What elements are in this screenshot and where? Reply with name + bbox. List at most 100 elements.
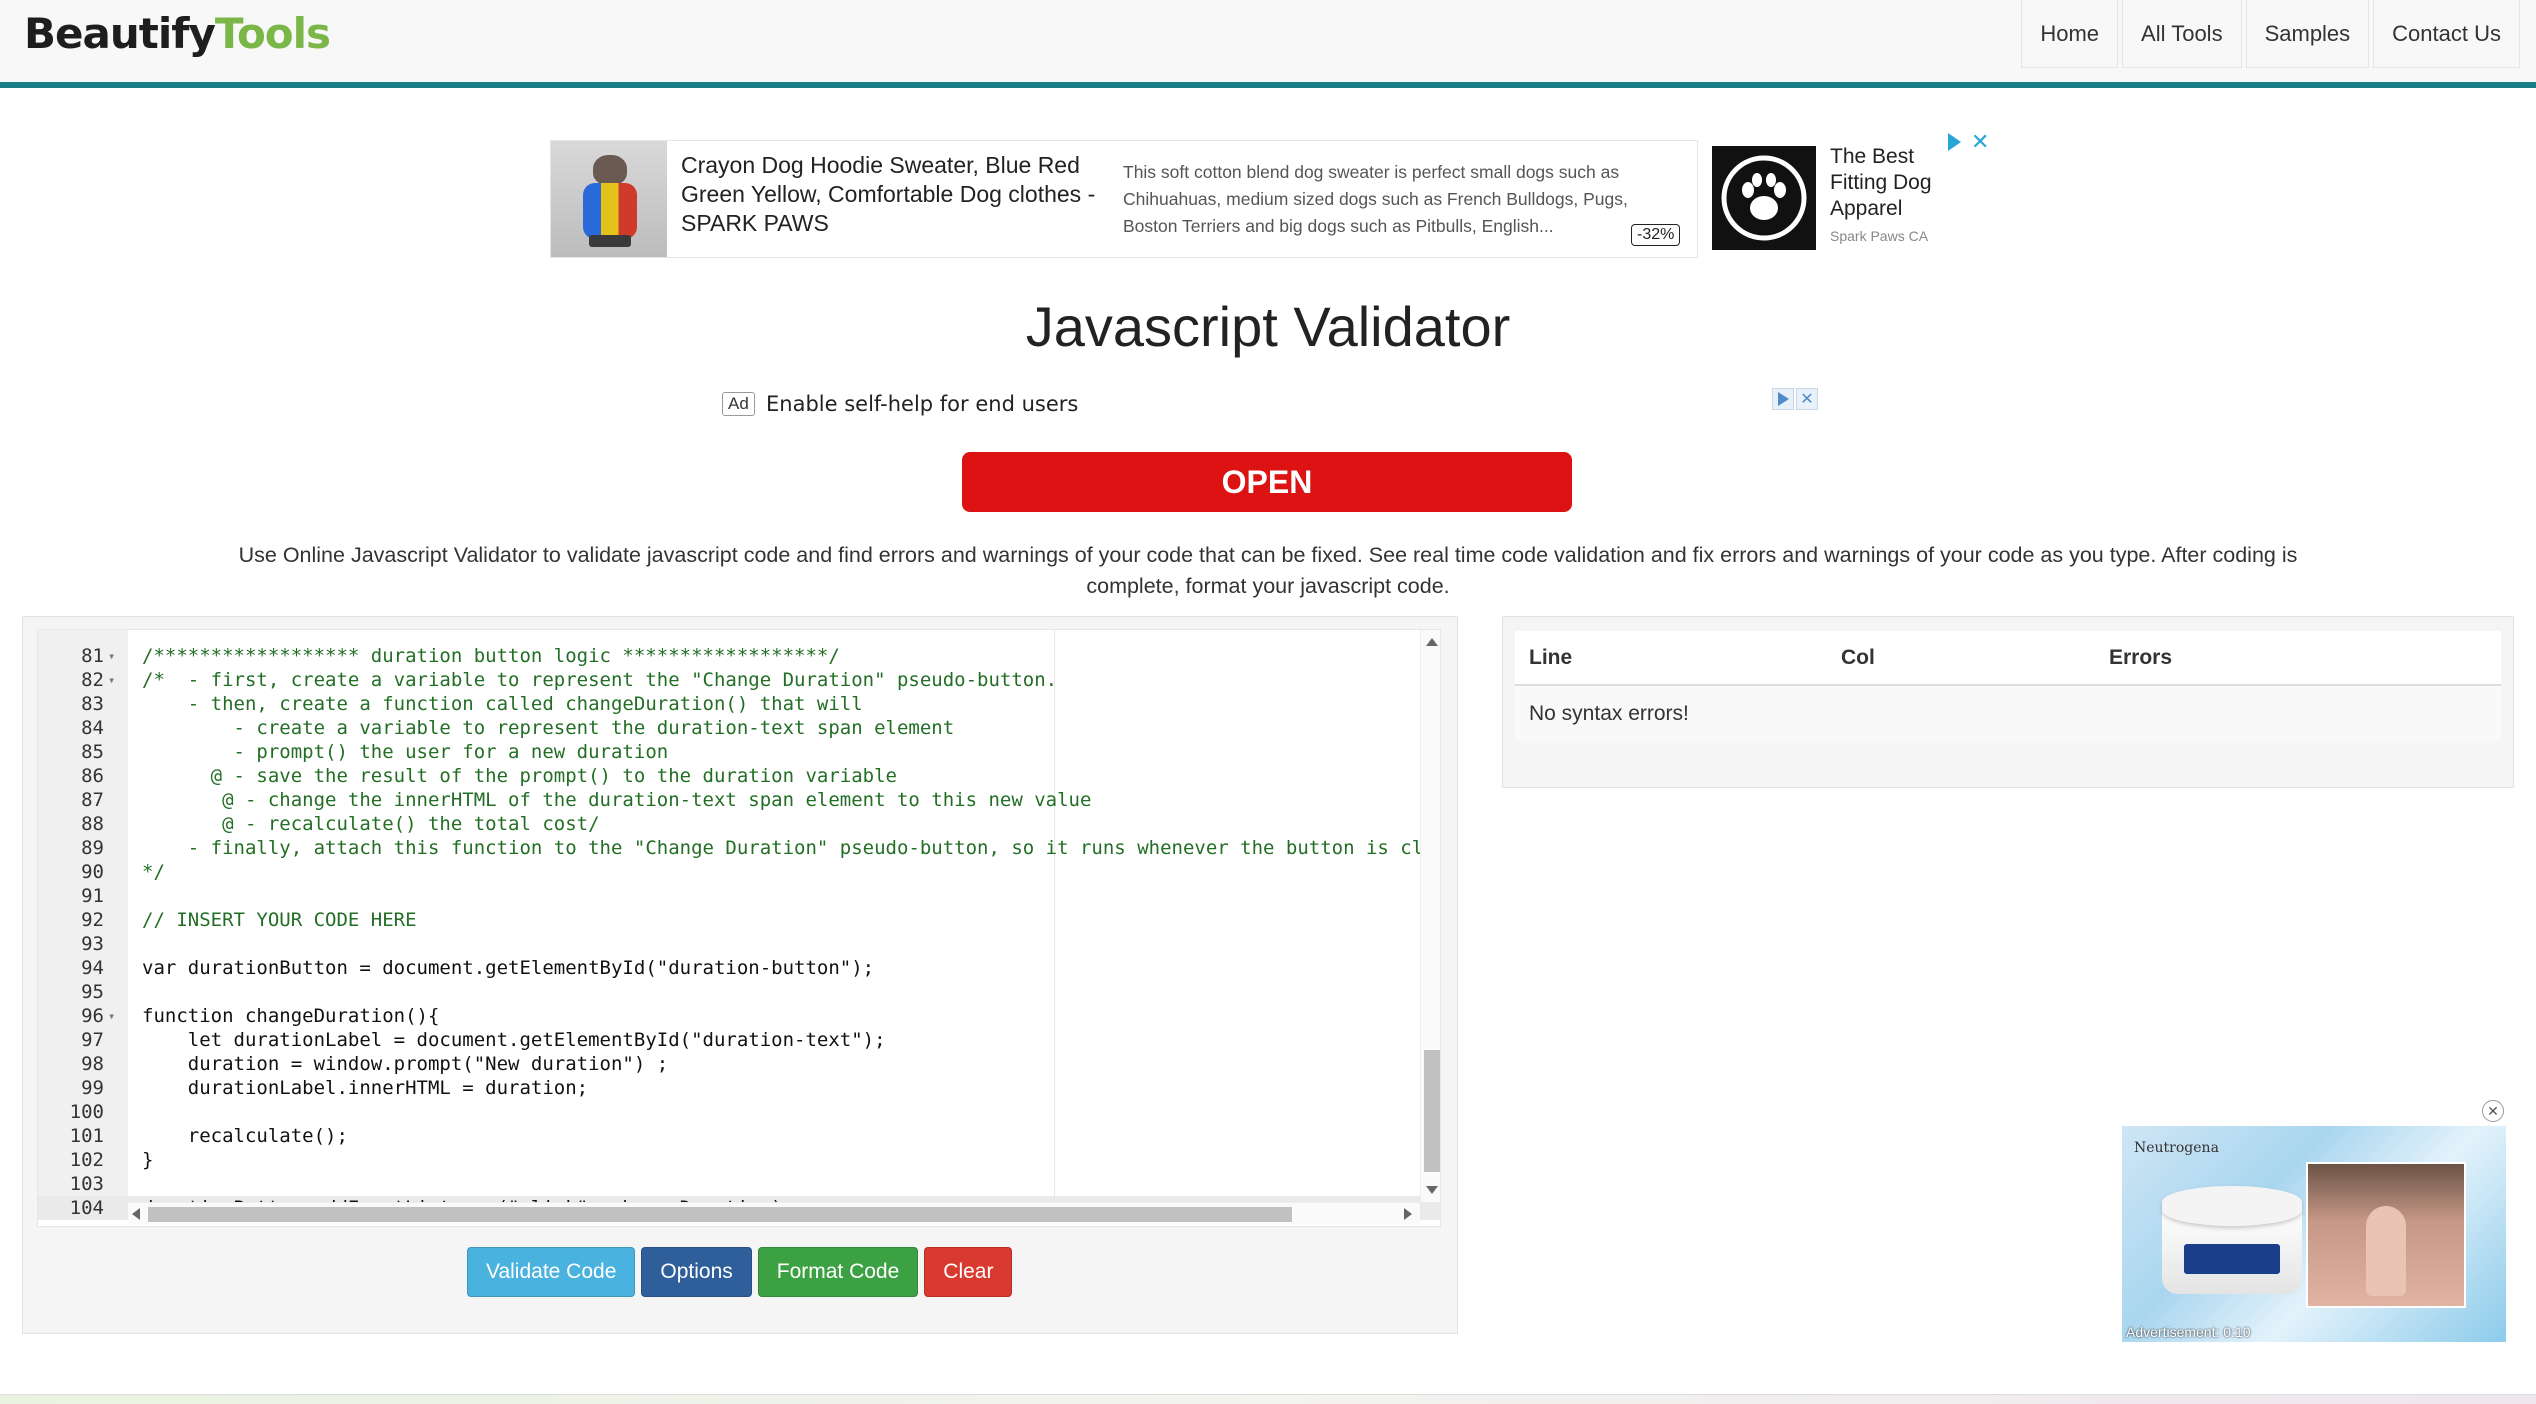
ad-choices-mid[interactable]: ✕ [1772,388,1818,410]
editor-panel: 81 ▾/****************** duration button l… [22,616,1458,1334]
line-number: 87 [81,789,104,811]
scroll-right-icon[interactable] [1404,1208,1412,1220]
code-lines[interactable]: 81 ▾/****************** duration button l… [38,644,1440,1220]
nav-samples[interactable]: Samples [2245,0,2370,68]
scroll-thumb[interactable] [1424,1050,1440,1172]
code-editor[interactable]: 81 ▾/****************** duration button l… [37,629,1441,1227]
code-text: - finally, attach this function to the "… [142,837,1424,859]
code-line[interactable]: 88 @ - recalculate() the total cost/ [38,812,1440,836]
errors-table: Line Col Errors No syntax errors! [1515,631,2501,741]
line-number: 89 [81,837,104,859]
code-text: } [142,1149,154,1171]
code-text: recalculate(); [142,1125,348,1147]
code-line[interactable]: 86 @ - save the result of the prompt() t… [38,764,1440,788]
fold-arrow-icon[interactable]: ▾ [108,668,115,692]
product-jar-image [2162,1186,2302,1296]
table-row: No syntax errors! [1515,685,2501,741]
code-text: duration = window.prompt("New duration")… [142,1053,669,1075]
line-number: 82 [81,669,104,691]
line-number: 96 [81,1005,104,1027]
model-image [2306,1162,2466,1308]
banner-ad[interactable]: Crayon Dog Hoodie Sweater, Blue Red Gree… [550,140,1698,258]
results-panel: Line Col Errors No syntax errors! [1502,616,2514,788]
adchoices-icon[interactable] [1772,388,1794,410]
fold-arrow-icon[interactable]: ▾ [108,1004,115,1028]
ad-choices[interactable]: ✕ [1948,131,1989,153]
code-line[interactable]: 85 - prompt() the user for a new duratio… [38,740,1440,764]
ad-product-image[interactable] [551,141,667,257]
code-line[interactable]: 101 recalculate(); [38,1124,1440,1148]
ad-headline[interactable]: Crayon Dog Hoodie Sweater, Blue Red Gree… [681,151,1101,238]
code-line[interactable]: 102} [38,1148,1440,1172]
clear-button[interactable]: Clear [924,1247,1013,1297]
main-nav: Home All Tools Samples Contact Us [2021,0,2520,68]
col-header-errors: Errors [2095,631,2501,686]
ad-text[interactable]: Enable self-help for end users [766,392,1078,416]
code-line[interactable]: 93 [38,932,1440,956]
video-ad[interactable]: Neutrogena Advertisement: 0:10 [2122,1126,2506,1342]
page-title: Javascript Validator [1025,295,1511,358]
code-line[interactable]: 99 durationLabel.innerHTML = duration; [38,1076,1440,1100]
code-line[interactable]: 83 - then, create a function called chan… [38,692,1440,716]
scroll-thumb[interactable] [148,1207,1292,1222]
code-line[interactable]: 90 */ [38,860,1440,884]
text-ad[interactable]: Ad Enable self-help for end users ✕ OPEN [718,384,1818,524]
nav-contact-us[interactable]: Contact Us [2373,0,2520,68]
code-text: /* - first, create a variable to represe… [142,669,1058,691]
code-text: function changeDuration(){ [142,1005,440,1027]
line-number: 92 [81,909,104,931]
close-icon[interactable]: ✕ [1971,131,1989,153]
navbar: BeautifyTools Home All Tools Samples Con… [0,0,2536,88]
line-number: 86 [81,765,104,787]
code-line[interactable]: 84 - create a variable to represent the … [38,716,1440,740]
nav-home[interactable]: Home [2021,0,2119,68]
scroll-left-icon[interactable] [132,1208,140,1220]
code-text: */ [142,861,165,883]
horizontal-scrollbar[interactable] [128,1202,1420,1224]
logo-part-1: Beautify [24,9,216,58]
line-number: 84 [81,717,104,739]
fold-arrow-icon[interactable]: ▾ [108,644,115,668]
line-number: 101 [69,1125,104,1147]
line-number: 90 [81,861,104,883]
code-line[interactable]: 92 // INSERT YOUR CODE HERE [38,908,1440,932]
code-line[interactable]: 82 ▾ /* - first, create a variable to repr… [38,668,1440,692]
ad-open-button[interactable]: OPEN [962,452,1572,512]
scroll-down-icon[interactable] [1426,1186,1438,1194]
line-number: 98 [81,1053,104,1075]
close-icon[interactable]: ✕ [1796,388,1818,410]
format-code-button[interactable]: Format Code [757,1247,919,1297]
paw-logo-icon[interactable] [1712,146,1816,250]
close-icon[interactable]: ✕ [2482,1100,2504,1122]
code-text: - then, create a function called changeD… [142,693,863,715]
code-line[interactable]: 98 duration = window.prompt("New duratio… [38,1052,1440,1076]
code-text: - prompt() the user for a new duration [142,741,669,763]
scroll-up-icon[interactable] [1426,638,1438,646]
code-text: - create a variable to represent the dur… [142,717,955,739]
ad-side-title[interactable]: The Best Fitting Dog Apparel [1830,144,1970,222]
col-header-col: Col [1827,631,2095,686]
line-number: 95 [81,981,104,1003]
adchoices-icon[interactable] [1948,133,1961,151]
options-button[interactable]: Options [641,1247,752,1297]
nav-all-tools[interactable]: All Tools [2122,0,2242,68]
code-line[interactable]: 97 let durationLabel = document.getEleme… [38,1028,1440,1052]
code-line[interactable]: 96 ▾ function changeDuration(){ [38,1004,1440,1028]
code-text: durationLabel.innerHTML = duration; [142,1077,589,1099]
vertical-scrollbar[interactable] [1420,630,1440,1202]
validate-code-button[interactable]: Validate Code [467,1247,636,1297]
bottom-strip [0,1394,2536,1404]
code-line[interactable]: 87 @ - change the innerHTML of the durat… [38,788,1440,812]
code-line[interactable]: 95 [38,980,1440,1004]
site-logo[interactable]: BeautifyTools [24,8,331,60]
code-line[interactable]: 91 [38,884,1440,908]
code-line[interactable]: 103 [38,1172,1440,1196]
ad-description[interactable]: This soft cotton blend dog sweater is pe… [1123,159,1633,240]
code-line[interactable]: 100 [38,1100,1440,1124]
code-line[interactable]: 94 var durationButton = document.getEleme… [38,956,1440,980]
editor-buttons: Validate Code Options Format Code Clear [467,1247,1013,1297]
code-line[interactable]: 81 ▾ /****************** duration button l… [38,644,1440,668]
video-ad-caption: Advertisement: 0:10 [2126,1324,2251,1340]
line-number: 81 [81,645,104,667]
code-line[interactable]: 89 - finally, attach this function to th… [38,836,1440,860]
